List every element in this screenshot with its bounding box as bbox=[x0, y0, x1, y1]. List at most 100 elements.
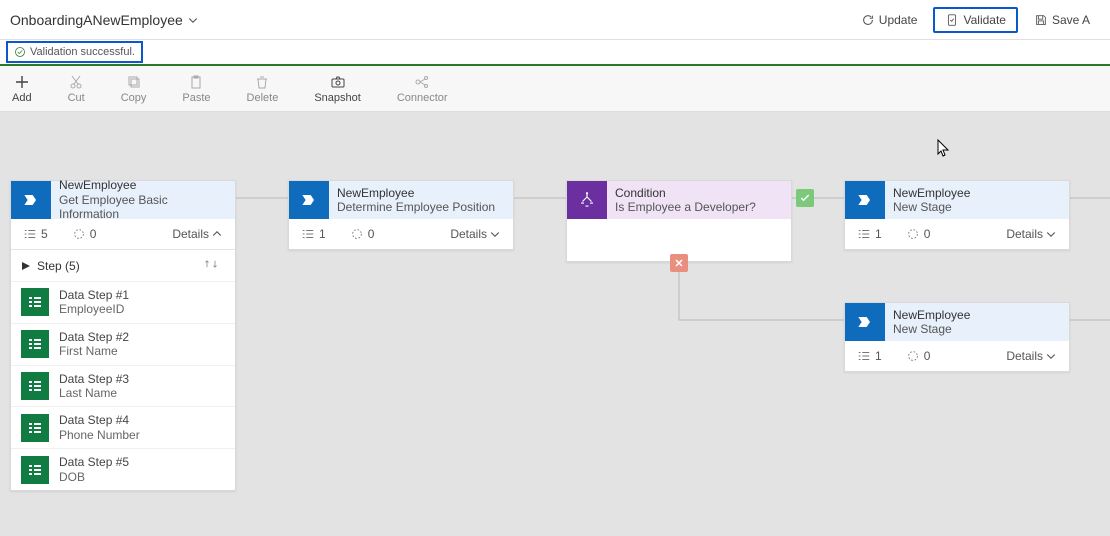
stage-card-newstage-no[interactable]: NewEmployee New Stage 1 0 Details bbox=[844, 302, 1070, 372]
check-circle-icon bbox=[14, 46, 26, 58]
stage-card-basic-info[interactable]: NewEmployee Get Employee Basic Informati… bbox=[10, 180, 236, 491]
step-title: Data Step #5 bbox=[59, 455, 129, 469]
stage-name: New Stage bbox=[893, 200, 1061, 214]
paste-button[interactable]: Paste bbox=[182, 74, 210, 104]
stage-chevron-icon bbox=[11, 181, 51, 219]
steps-header[interactable]: Step (5) bbox=[11, 250, 235, 281]
steps-section: Step (5) Data Step #1EmployeeIDData Step… bbox=[11, 249, 235, 490]
cursor-pointer-icon bbox=[937, 139, 951, 162]
delete-label: Delete bbox=[247, 92, 279, 104]
step-field: EmployeeID bbox=[59, 302, 129, 316]
step-row[interactable]: Data Step #2First Name bbox=[11, 323, 235, 365]
refresh-icon bbox=[861, 13, 875, 27]
step-row[interactable]: Data Step #1EmployeeID bbox=[11, 281, 235, 323]
scissors-icon bbox=[68, 74, 84, 90]
details-toggle[interactable]: Details bbox=[172, 227, 223, 241]
chevron-up-icon bbox=[211, 228, 223, 240]
paste-icon bbox=[188, 74, 204, 90]
stage-card-newstage-yes[interactable]: NewEmployee New Stage 1 0 Details bbox=[844, 180, 1070, 250]
data-step-icon bbox=[21, 414, 49, 442]
save-icon bbox=[1034, 13, 1048, 27]
update-label: Update bbox=[879, 13, 918, 27]
step-count: 1 bbox=[857, 227, 882, 241]
stage-name: New Stage bbox=[893, 322, 1061, 336]
stage-chevron-icon bbox=[845, 181, 885, 219]
update-button[interactable]: Update bbox=[851, 9, 928, 31]
step-count: 1 bbox=[857, 349, 882, 363]
step-title: Data Step #4 bbox=[59, 413, 140, 427]
add-label: Add bbox=[12, 92, 32, 104]
step-title: Data Step #1 bbox=[59, 288, 129, 302]
condition-name: Is Employee a Developer? bbox=[615, 200, 783, 214]
snapshot-button[interactable]: Snapshot bbox=[314, 74, 360, 104]
loop-count: 0 bbox=[72, 227, 97, 241]
loop-icon bbox=[906, 349, 920, 363]
loop-icon bbox=[906, 227, 920, 241]
connector-button[interactable]: Connector bbox=[397, 74, 448, 104]
step-field: First Name bbox=[59, 344, 129, 358]
flow-title-text: OnboardingANewEmployee bbox=[10, 12, 183, 28]
stage-entity: NewEmployee bbox=[893, 308, 1061, 322]
stage-chevron-icon bbox=[845, 303, 885, 341]
chevron-down-icon bbox=[187, 14, 199, 26]
designer-canvas[interactable]: NewEmployee Get Employee Basic Informati… bbox=[0, 112, 1110, 536]
triangle-right-icon bbox=[21, 261, 31, 271]
branch-icon bbox=[567, 181, 607, 219]
step-count: 5 bbox=[23, 227, 48, 241]
paste-label: Paste bbox=[182, 92, 210, 104]
loop-icon bbox=[350, 227, 364, 241]
camera-icon bbox=[330, 74, 346, 90]
copy-label: Copy bbox=[121, 92, 147, 104]
header-bar: OnboardingANewEmployee Update Validate S… bbox=[0, 0, 1110, 40]
copy-button[interactable]: Copy bbox=[121, 74, 147, 104]
loop-count: 0 bbox=[350, 227, 375, 241]
snapshot-label: Snapshot bbox=[314, 92, 360, 104]
stage-card-position[interactable]: NewEmployee Determine Employee Position … bbox=[288, 180, 514, 250]
cut-button[interactable]: Cut bbox=[68, 74, 85, 104]
stage-name: Get Employee Basic Information bbox=[59, 193, 227, 222]
add-button[interactable]: Add bbox=[12, 74, 32, 104]
stage-entity: NewEmployee bbox=[59, 178, 227, 192]
save-label: Save A bbox=[1052, 13, 1090, 27]
sort-icon[interactable] bbox=[203, 258, 225, 273]
list-icon bbox=[301, 227, 315, 241]
details-toggle[interactable]: Details bbox=[1006, 349, 1057, 363]
data-step-icon bbox=[21, 330, 49, 358]
editor-toolbar: Add Cut Copy Paste Delete Snapshot Conne… bbox=[0, 66, 1110, 112]
condition-card[interactable]: Condition Is Employee a Developer? bbox=[566, 180, 792, 262]
stage-entity: NewEmployee bbox=[337, 186, 505, 200]
step-field: DOB bbox=[59, 470, 129, 484]
flow-title[interactable]: OnboardingANewEmployee bbox=[10, 12, 199, 28]
list-icon bbox=[23, 227, 37, 241]
details-toggle[interactable]: Details bbox=[1006, 227, 1057, 241]
data-step-icon bbox=[21, 288, 49, 316]
data-step-icon bbox=[21, 456, 49, 484]
connector-label: Connector bbox=[397, 92, 448, 104]
connector-icon bbox=[414, 74, 430, 90]
step-row[interactable]: Data Step #3Last Name bbox=[11, 365, 235, 407]
cut-label: Cut bbox=[68, 92, 85, 104]
step-row[interactable]: Data Step #4Phone Number bbox=[11, 406, 235, 448]
loop-icon bbox=[72, 227, 86, 241]
details-toggle[interactable]: Details bbox=[450, 227, 501, 241]
step-count: 1 bbox=[301, 227, 326, 241]
plus-icon bbox=[14, 74, 30, 90]
save-button[interactable]: Save A bbox=[1024, 9, 1100, 31]
validate-button[interactable]: Validate bbox=[933, 7, 1017, 33]
validation-bar: Validation successful. bbox=[0, 40, 1110, 66]
trash-icon bbox=[254, 74, 270, 90]
delete-button[interactable]: Delete bbox=[247, 74, 279, 104]
validate-label: Validate bbox=[963, 13, 1005, 27]
condition-yes-badge bbox=[796, 189, 814, 207]
loop-count: 0 bbox=[906, 227, 931, 241]
condition-no-badge bbox=[670, 254, 688, 272]
step-row[interactable]: Data Step #5DOB bbox=[11, 448, 235, 490]
step-field: Phone Number bbox=[59, 428, 140, 442]
chevron-down-icon bbox=[489, 228, 501, 240]
list-icon bbox=[857, 227, 871, 241]
loop-count: 0 bbox=[906, 349, 931, 363]
validation-message-highlight: Validation successful. bbox=[6, 41, 143, 63]
data-step-icon bbox=[21, 372, 49, 400]
steps-header-label: Step (5) bbox=[37, 259, 80, 273]
stage-name: Determine Employee Position bbox=[337, 200, 505, 214]
